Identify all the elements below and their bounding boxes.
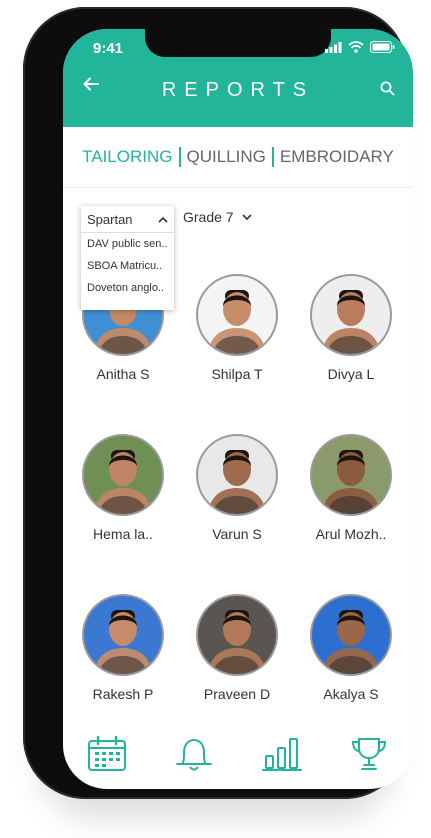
calendar-icon[interactable]: [87, 736, 127, 772]
student-name: Rakesh P: [92, 686, 154, 702]
signal-icon: [325, 41, 342, 53]
student-photo: [208, 610, 266, 674]
grade-label: Grade 7: [183, 209, 234, 225]
avatar: [310, 434, 392, 516]
chevron-down-icon: [242, 213, 252, 220]
app-header: 9:41 REPORTS: [63, 29, 413, 127]
wifi-icon: [348, 41, 364, 53]
notch: [145, 29, 331, 57]
school-option[interactable]: Doveton anglo..: [81, 277, 174, 299]
student-card[interactable]: Divya L: [301, 274, 401, 382]
student-name: Arul Mozh..: [315, 526, 387, 542]
divider: [63, 187, 413, 188]
screen: 9:41 REPORTS TAILORING QUILLING EMBROIDA…: [63, 29, 413, 789]
tab-quilling[interactable]: QUILLING: [181, 147, 272, 167]
search-icon[interactable]: [380, 81, 395, 96]
student-name: Anitha S: [96, 366, 150, 382]
student-photo: [94, 450, 152, 514]
category-tabs: TAILORING QUILLING EMBROIDARY: [63, 147, 413, 167]
school-option[interactable]: DAV public sen..: [81, 233, 174, 255]
status-icons: [325, 41, 395, 53]
student-photo: [322, 290, 380, 354]
student-card[interactable]: Varun S: [187, 434, 287, 542]
school-dropdown-selected[interactable]: Spartan: [81, 206, 174, 233]
student-name: Shilpa T: [211, 366, 263, 382]
page-title: REPORTS: [161, 79, 315, 101]
avatar: [196, 594, 278, 676]
school-option[interactable]: SBOA Matricu..: [81, 255, 174, 277]
student-name: Akalya S: [323, 686, 379, 702]
tab-embroidary[interactable]: EMBROIDARY: [274, 147, 400, 167]
tab-tailoring[interactable]: TAILORING: [76, 147, 178, 167]
avatar: [310, 274, 392, 356]
student-card[interactable]: Hema la..: [73, 434, 173, 542]
student-card[interactable]: Akalya S: [301, 594, 401, 702]
student-photo: [208, 290, 266, 354]
status-time: 9:41: [93, 40, 124, 57]
student-name: Hema la..: [93, 526, 153, 542]
student-photo: [322, 610, 380, 674]
avatar: [310, 594, 392, 676]
student-name: Praveen D: [203, 686, 271, 702]
school-selected-label: Spartan: [87, 211, 133, 227]
avatar: [196, 434, 278, 516]
student-photo: [322, 450, 380, 514]
student-photo: [208, 450, 266, 514]
phone-frame: 9:41 REPORTS TAILORING QUILLING EMBROIDA…: [23, 7, 413, 799]
student-photo: [94, 610, 152, 674]
student-name: Varun S: [212, 526, 262, 542]
bar-chart-icon[interactable]: [261, 736, 302, 772]
avatar: [82, 594, 164, 676]
bottom-nav: [63, 719, 413, 789]
avatar: [196, 274, 278, 356]
battery-icon: [370, 41, 395, 53]
student-card[interactable]: Rakesh P: [73, 594, 173, 702]
student-card[interactable]: Shilpa T: [187, 274, 287, 382]
avatar: [82, 434, 164, 516]
student-card[interactable]: Praveen D: [187, 594, 287, 702]
school-dropdown[interactable]: Spartan DAV public sen.. SBOA Matricu.. …: [81, 206, 174, 310]
grade-dropdown[interactable]: Grade 7: [183, 209, 252, 225]
student-name: Divya L: [327, 366, 375, 382]
chevron-up-icon: [158, 216, 168, 223]
bell-icon[interactable]: [174, 736, 214, 772]
student-card[interactable]: Arul Mozh..: [301, 434, 401, 542]
trophy-icon[interactable]: [349, 736, 389, 772]
